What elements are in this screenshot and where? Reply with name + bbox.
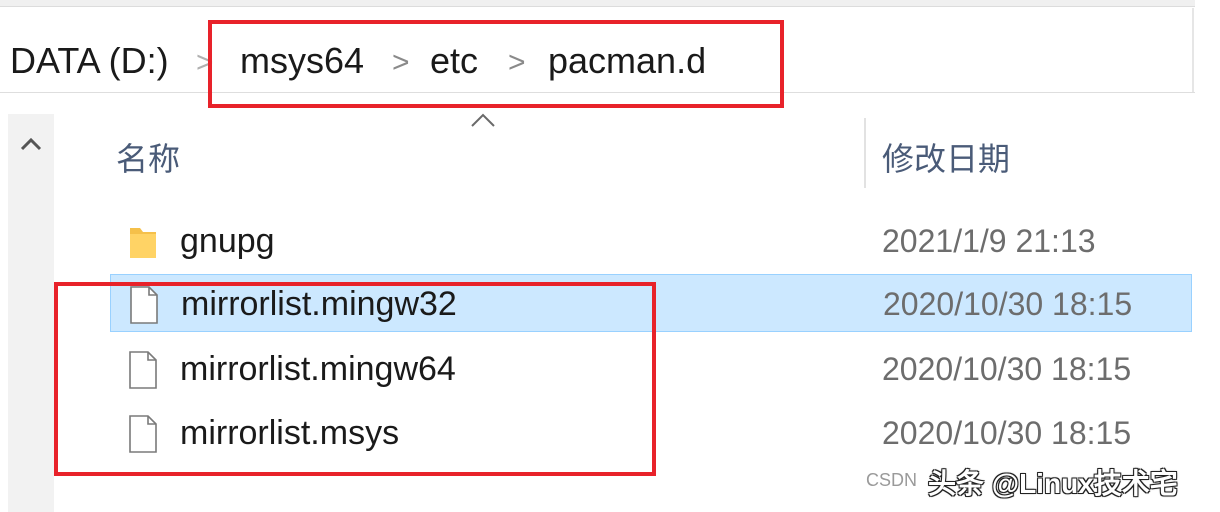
column-header-modified-label: 修改日期 <box>882 141 1011 177</box>
watermark-csdn: CSDN <box>866 470 918 490</box>
breadcrumb-item-drive[interactable]: DATA (D:) <box>10 38 169 84</box>
column-header-name[interactable]: 名称 <box>112 114 864 190</box>
file-modified-date: 2020/10/30 18:15 <box>883 286 1133 322</box>
chevron-up-icon <box>20 137 42 151</box>
file-modified-date: 2021/1/9 21:13 <box>882 223 1096 259</box>
scroll-up-button[interactable] <box>8 124 54 164</box>
window-top-edge <box>0 0 1195 7</box>
navigation-pane-scrollbar[interactable] <box>8 114 54 512</box>
file-modified-date: 2020/10/30 18:15 <box>882 415 1132 451</box>
file-row-gnupg[interactable]: gnupg 2021/1/9 21:13 <box>110 212 1192 270</box>
annotation-box-mirrorlists <box>54 282 656 476</box>
annotation-box-path <box>208 20 784 108</box>
column-header-modified[interactable]: 修改日期 <box>868 114 1198 190</box>
column-header-name-label: 名称 <box>116 141 181 177</box>
column-resize-handle[interactable] <box>864 118 866 188</box>
file-name: gnupg <box>180 222 275 260</box>
watermark-toutiao: 头条 @Linux技术宅 <box>928 468 1178 499</box>
folder-icon <box>130 228 156 258</box>
address-bar-edge <box>1192 8 1194 92</box>
file-modified-date: 2020/10/30 18:15 <box>882 351 1132 387</box>
